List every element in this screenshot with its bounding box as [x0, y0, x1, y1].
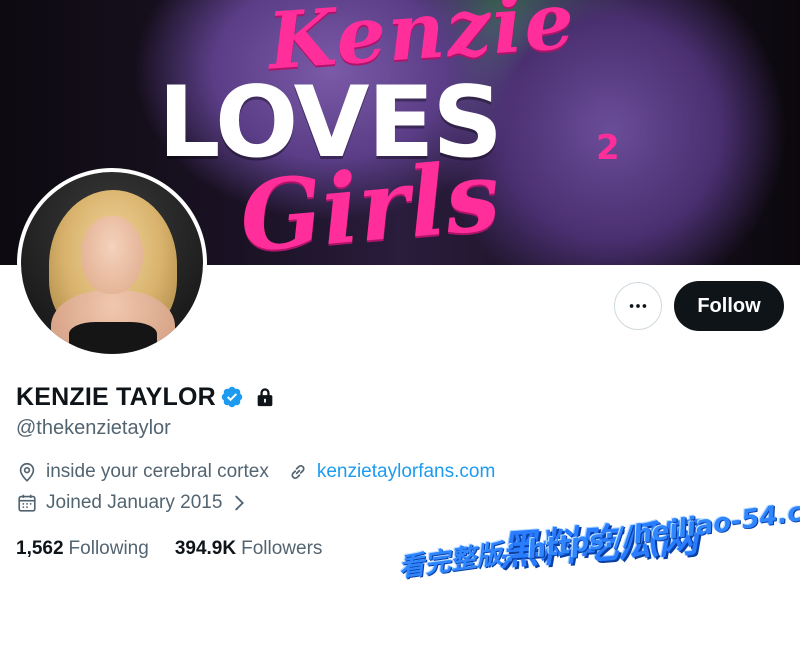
followers-label: Followers: [241, 538, 323, 559]
location-text: inside your cerebral cortex: [46, 461, 269, 482]
name-row: KENZIE TAYLOR: [16, 380, 276, 414]
follow-stats: 1,562 Following 394.9K Followers: [16, 538, 322, 560]
followers-stat-link[interactable]: 394.9K Followers: [175, 538, 323, 560]
display-name: KENZIE TAYLOR: [16, 382, 216, 411]
avatar-photo: [21, 172, 203, 354]
more-options-button[interactable]: [614, 282, 662, 330]
location-pin-icon: [19, 462, 35, 482]
joined-date-text: Joined January 2015: [46, 492, 223, 513]
follow-button[interactable]: Follow: [674, 281, 784, 331]
profile-meta-joined-row[interactable]: Joined January 2015: [16, 492, 250, 514]
profile-meta-location-row: inside your cerebral cortex kenzietaylor…: [16, 461, 495, 483]
calendar-icon: [18, 494, 36, 512]
website-link[interactable]: kenzietaylorfans.com: [287, 461, 495, 483]
verified-badge-icon[interactable]: [220, 385, 244, 409]
followers-count: 394.9K: [174, 538, 237, 559]
more-horizontal-icon: [629, 304, 647, 308]
avatar-top: [69, 322, 157, 354]
banner-text-girls: Girls: [235, 138, 504, 265]
link-icon: [291, 465, 305, 479]
chevron-right-icon: [235, 495, 245, 511]
banner-text-number: 2: [596, 128, 620, 168]
following-count: 1,562: [16, 538, 64, 559]
avatar[interactable]: [17, 168, 207, 358]
avatar-face: [81, 216, 143, 294]
user-handle: @thekenzietaylor: [16, 417, 171, 439]
website-text[interactable]: kenzietaylorfans.com: [317, 461, 495, 483]
following-label: Following: [68, 538, 149, 559]
lock-icon: [257, 388, 273, 407]
following-stat-link[interactable]: 1,562 Following: [16, 538, 149, 560]
